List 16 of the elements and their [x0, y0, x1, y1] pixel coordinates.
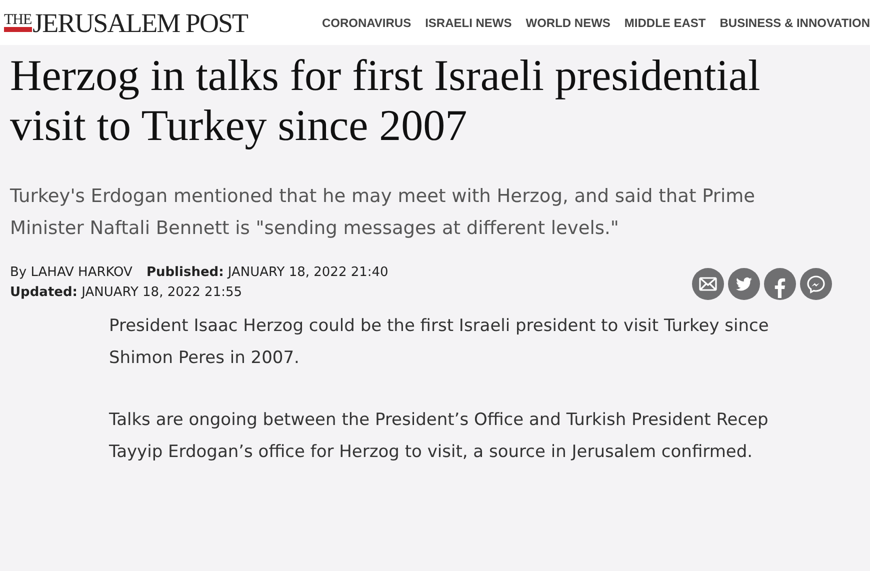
- article-paragraph: President Isaac Herzog could be the first Israeli president to visit Turkey since Shimon Peres in 2007.: [109, 315, 770, 370]
- headline: Herzog in talks for first Israeli presidential visit to Turkey since 2007: [10, 51, 762, 151]
- nav-link[interactable]: MIDDLE EAST: [624, 16, 706, 30]
- article-paragraph: Talks are ongoing between the President’s Office and Turkish President Recep Tayyip Erdogan’s office for Herzog to visit, a source in Jerusalem confirmed.: [109, 409, 770, 464]
- messenger-icon[interactable]: [800, 268, 832, 300]
- bird-icon[interactable]: [728, 268, 760, 300]
- nav-link[interactable]: WORLD NEWS: [526, 16, 610, 30]
- email-icon[interactable]: [692, 268, 724, 300]
- updated-date: Updated: JANUARY 18, 2022 21:55: [10, 285, 244, 300]
- subheadline: Turkey's Erdogan mentioned that he may meet with Herzog, and said that Prime Minister Naftali Bennett is "sending messages at different levels.": [10, 185, 756, 241]
- published-date: Published: JANUARY 18, 2022 21:40: [146, 265, 388, 280]
- nav-link[interactable]: CORONAVIRUS: [322, 16, 412, 30]
- author-byline: By LAHAV HARKOV: [10, 265, 132, 280]
- facebook-icon[interactable]: [764, 268, 796, 300]
- nav-link[interactable]: BUSINESS & INNOVATION: [720, 16, 870, 30]
- nav-link[interactable]: ISRAELI NEWS: [425, 16, 512, 30]
